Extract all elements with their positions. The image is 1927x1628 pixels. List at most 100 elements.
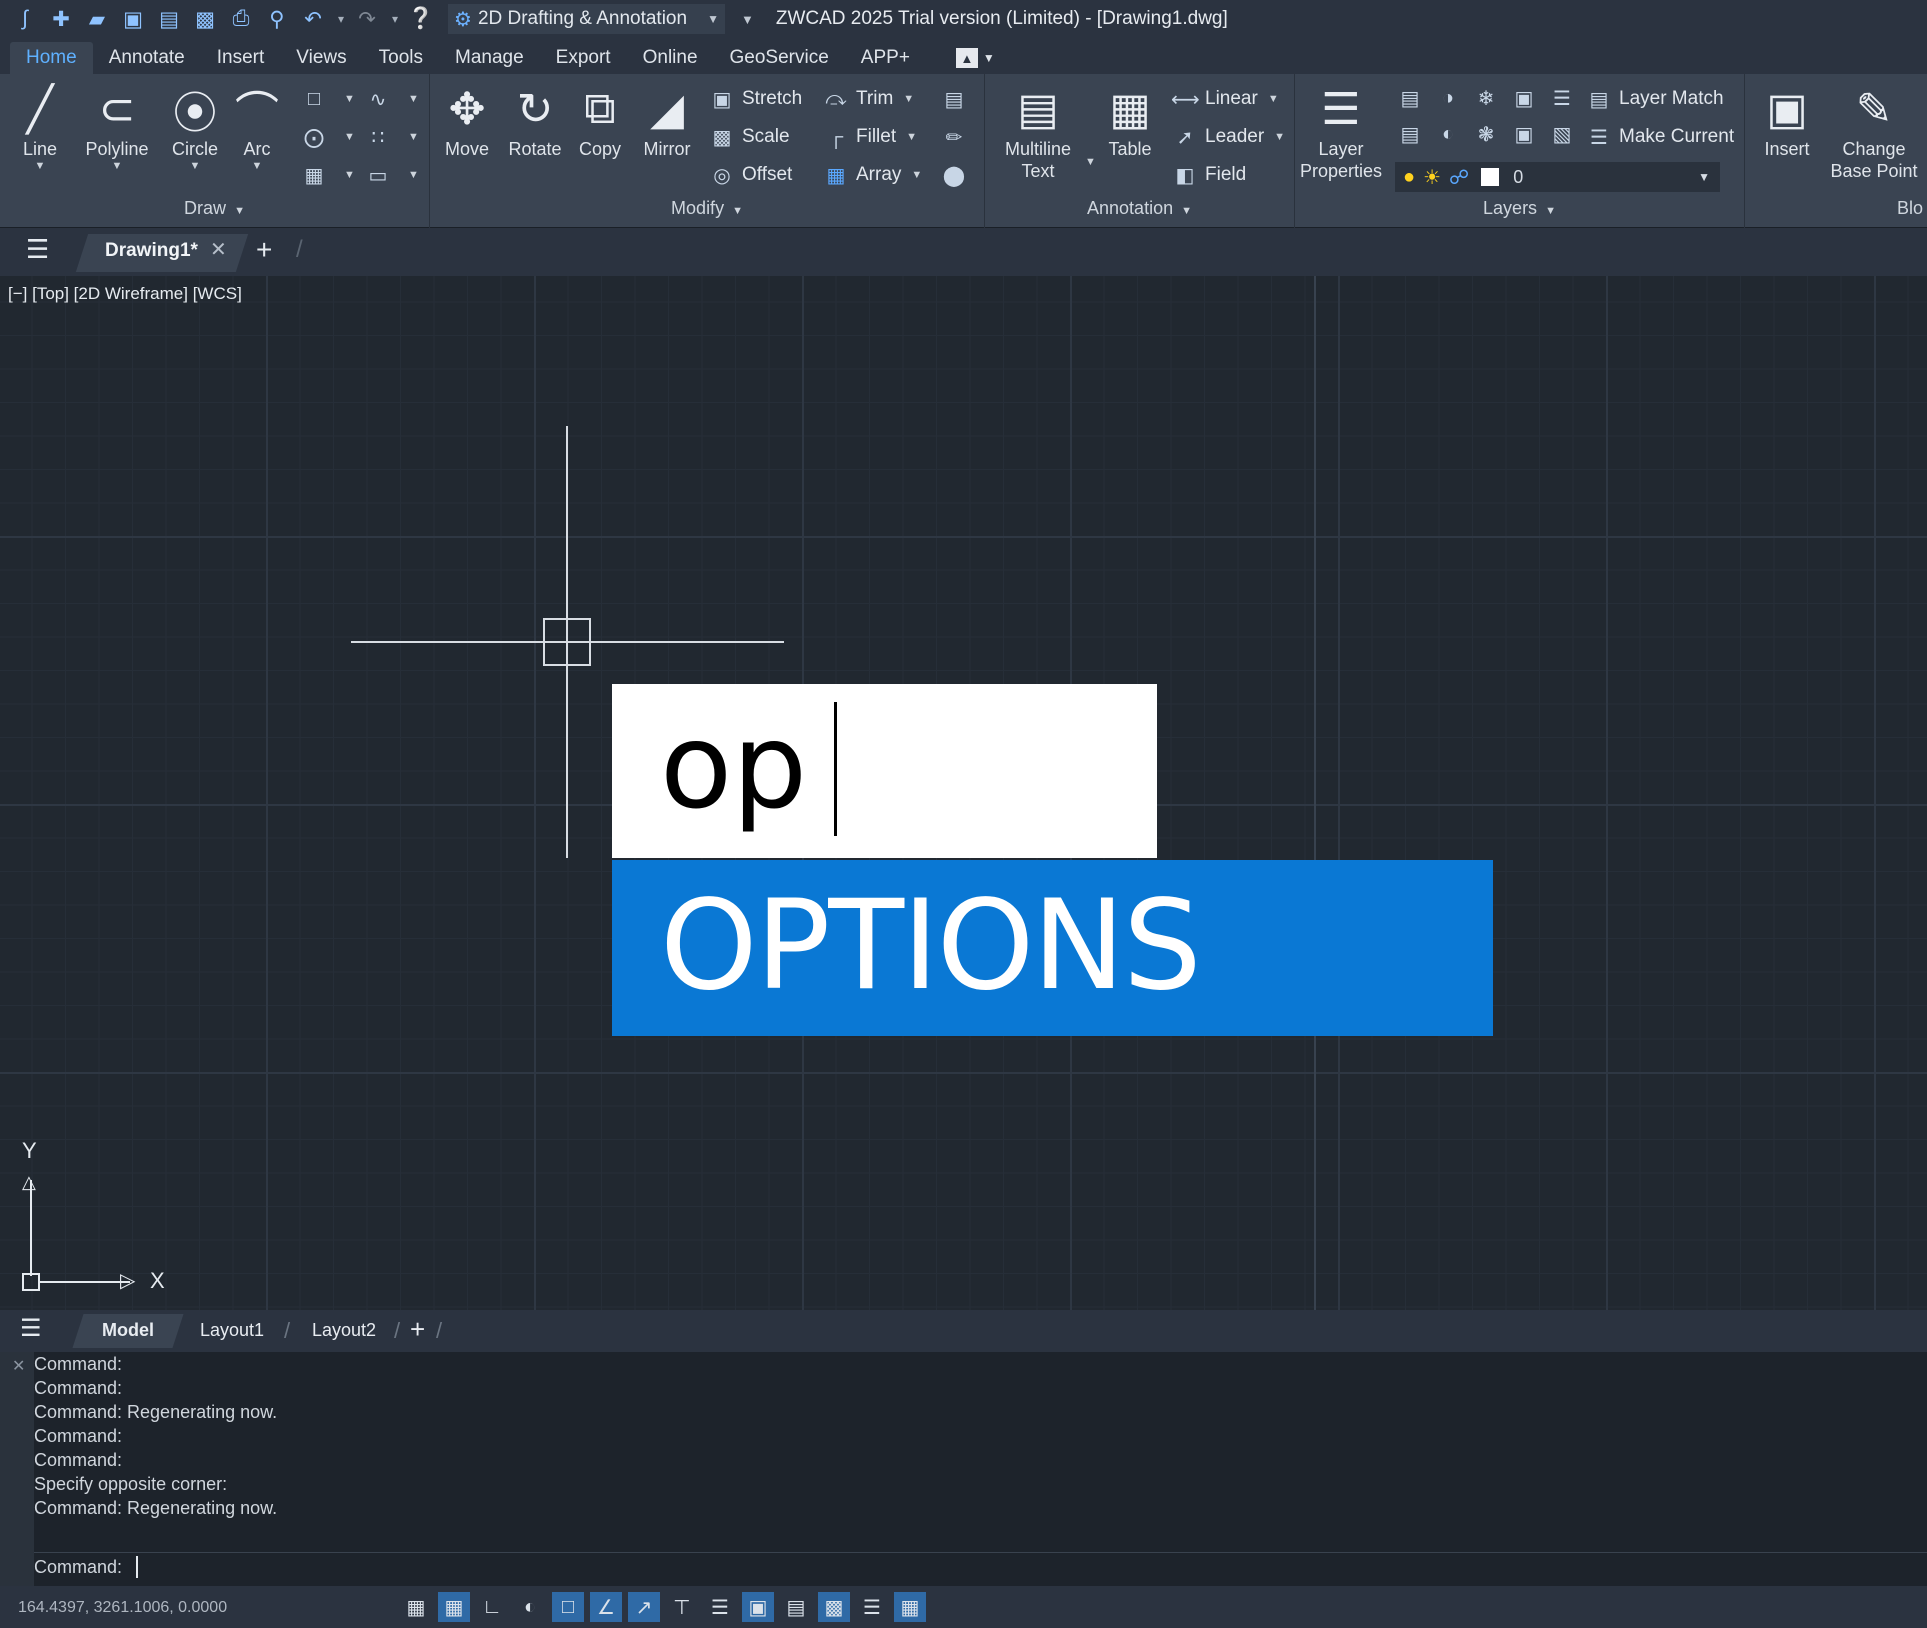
tab-app-plus[interactable]: APP+ bbox=[845, 42, 926, 74]
app-logo-icon[interactable]: ∫ bbox=[10, 4, 40, 34]
tab-manage[interactable]: Manage bbox=[439, 42, 540, 74]
command-prompt[interactable]: Command: bbox=[34, 1557, 122, 1578]
lineweight-icon[interactable]: ☰ bbox=[704, 1592, 736, 1622]
chevron-down-icon[interactable]: ▼ bbox=[1085, 156, 1096, 168]
point-button[interactable]: ∷ ▼ bbox=[364, 122, 419, 152]
rotate-button[interactable]: ↻ Rotate bbox=[498, 80, 572, 160]
tab-home[interactable]: Home bbox=[10, 42, 93, 74]
table-button[interactable]: ▦ Table bbox=[1097, 80, 1163, 160]
trim-button[interactable]: ⤼ Trim ▼ bbox=[822, 84, 914, 114]
layer-walk-icon[interactable]: ▧ bbox=[1543, 120, 1581, 148]
arc-button[interactable]: ⌒ Arc ▼ bbox=[227, 80, 287, 172]
help-icon[interactable]: ❔ bbox=[406, 4, 436, 34]
redo-dropdown-icon[interactable]: ▾ bbox=[388, 4, 402, 34]
open-icon[interactable]: ▰ bbox=[82, 4, 112, 34]
field-button[interactable]: ◧ Field bbox=[1171, 160, 1247, 190]
hatch-button[interactable]: ▦ ▼ bbox=[300, 160, 355, 190]
redo-icon[interactable]: ↷ bbox=[352, 4, 382, 34]
insert-block-button[interactable]: ▣ Insert bbox=[1749, 80, 1825, 160]
circle-button[interactable]: ⦿ Circle ▼ bbox=[159, 80, 231, 172]
tab-export[interactable]: Export bbox=[540, 42, 627, 74]
multiline-text-button[interactable]: ▤ Multiline Text bbox=[993, 80, 1083, 182]
tab-insert[interactable]: Insert bbox=[201, 42, 281, 74]
new-tab-icon[interactable]: + bbox=[256, 234, 272, 266]
tab-views[interactable]: Views bbox=[280, 42, 362, 74]
new-icon[interactable]: ✚ bbox=[46, 4, 76, 34]
close-icon[interactable]: ✕ bbox=[12, 1356, 25, 1376]
ellipse-button[interactable]: ⨀ ▼ bbox=[300, 122, 355, 152]
offset-button[interactable]: ◎ Offset bbox=[708, 160, 792, 190]
spline-button[interactable]: ∿ ▼ bbox=[364, 84, 419, 114]
scale-button[interactable]: ▩ Scale bbox=[708, 122, 790, 152]
close-icon[interactable]: ✕ bbox=[210, 237, 227, 262]
panel-draw-title[interactable]: Draw ▼ bbox=[0, 198, 429, 224]
copy-button[interactable]: ⧉ Copy bbox=[566, 80, 634, 160]
ribbon-minimize-button[interactable]: ▲ ▼ bbox=[955, 42, 995, 74]
layout1-tab[interactable]: Layout1 bbox=[200, 1320, 264, 1341]
panel-block-title[interactable]: Blo bbox=[1897, 198, 1927, 224]
linear-dimension-button[interactable]: ⟷ Linear ▼ bbox=[1171, 84, 1279, 114]
print-icon[interactable]: ⎙ bbox=[226, 4, 256, 34]
layer-freeze-icon[interactable]: ❄ bbox=[1467, 84, 1505, 112]
layer-thaw-icon[interactable]: ❃ bbox=[1467, 120, 1505, 148]
workspace-selector[interactable]: ⚙ 2D Drafting & Annotation ▼ bbox=[448, 4, 725, 34]
array-button[interactable]: ▦ Array ▼ bbox=[822, 160, 923, 190]
panel-layers-title[interactable]: Layers ▼ bbox=[1295, 198, 1744, 224]
layer-isolate-icon[interactable]: ▤ bbox=[1391, 120, 1429, 148]
save-icon[interactable]: ▣ bbox=[118, 4, 148, 34]
selection-cycling-icon[interactable]: ▩ bbox=[818, 1592, 850, 1622]
dynamic-input-icon[interactable]: ⊤ bbox=[666, 1592, 698, 1622]
hamburger-menu-icon[interactable]: ☰ bbox=[26, 234, 49, 265]
command-suggestion-item[interactable]: OPTIONS bbox=[612, 860, 1493, 1036]
undo-dropdown-icon[interactable]: ▾ bbox=[334, 4, 348, 34]
polyline-button[interactable]: ⊂ Polyline ▼ bbox=[81, 80, 153, 173]
polar-tracking-icon[interactable]: ◐ bbox=[514, 1592, 546, 1622]
viewport-controls[interactable]: [−] [Top] [2D Wireframe] [WCS] bbox=[8, 284, 242, 304]
panel-annotation-title[interactable]: Annotation ▼ bbox=[985, 198, 1294, 224]
transparency-icon[interactable]: ▣ bbox=[742, 1592, 774, 1622]
ortho-mode-icon[interactable]: ∟ bbox=[476, 1592, 508, 1622]
tab-geoservice[interactable]: GeoService bbox=[714, 42, 845, 74]
mirror-button[interactable]: ◢ Mirror bbox=[632, 80, 702, 160]
tab-tools[interactable]: Tools bbox=[363, 42, 439, 74]
layer-states-icon[interactable]: ☰ bbox=[1543, 84, 1581, 112]
change-base-point-button[interactable]: ✎ Change Base Point bbox=[1825, 80, 1923, 182]
command-window-handle[interactable] bbox=[0, 1352, 34, 1586]
layer-on-icon[interactable]: ◐ bbox=[1429, 120, 1467, 148]
print-preview-icon[interactable]: ⚲ bbox=[262, 4, 292, 34]
break-button[interactable]: ▤ bbox=[940, 84, 974, 114]
move-button[interactable]: ✥ Move bbox=[430, 80, 504, 160]
annotation-monitor-icon[interactable]: ☰ bbox=[856, 1592, 888, 1622]
rectangle-button[interactable]: □ ▼ bbox=[300, 84, 355, 114]
hamburger-menu-icon[interactable]: ☰ bbox=[20, 1314, 42, 1343]
layer-unlock-icon[interactable]: ▣ bbox=[1505, 120, 1543, 148]
line-button[interactable]: ╱ Line ▼ bbox=[4, 80, 76, 173]
quick-properties-icon[interactable]: ▤ bbox=[780, 1592, 812, 1622]
explode-button[interactable]: ⬤ bbox=[940, 160, 974, 190]
layer-properties-button[interactable]: ☰ Layer Properties bbox=[1297, 80, 1385, 182]
boundary-button[interactable]: ▭ ▼ bbox=[364, 160, 419, 190]
layer-off-icon[interactable]: ◑ bbox=[1429, 84, 1467, 112]
coordinate-readout[interactable]: 164.4397, 3261.1006, 0.0000 bbox=[18, 1599, 227, 1617]
stretch-button[interactable]: ▣ Stretch bbox=[708, 84, 803, 114]
object-snap-tracking-icon[interactable]: ∠ bbox=[590, 1592, 622, 1622]
panel-modify-title[interactable]: Modify ▼ bbox=[430, 198, 984, 224]
grid-display-icon[interactable]: ▦ bbox=[400, 1592, 432, 1622]
save-as-icon[interactable]: ▤ bbox=[154, 4, 184, 34]
dynamic-input-box[interactable]: op bbox=[612, 684, 1157, 858]
layer-previous-icon[interactable]: ▤ bbox=[1391, 84, 1429, 112]
add-layout-icon[interactable]: + bbox=[410, 1314, 425, 1345]
workspace-settings-icon[interactable]: ▦ bbox=[894, 1592, 926, 1622]
publish-icon[interactable]: ▩ bbox=[190, 4, 220, 34]
leader-button[interactable]: ➚ Leader ▼ bbox=[1171, 122, 1285, 152]
layer-match-button[interactable]: ▤ Layer Match bbox=[1585, 84, 1724, 114]
object-snap-icon[interactable]: □ bbox=[552, 1592, 584, 1622]
tab-online[interactable]: Online bbox=[627, 42, 714, 74]
erase-button[interactable]: ✏ bbox=[940, 122, 974, 152]
layout2-tab[interactable]: Layout2 bbox=[312, 1320, 376, 1341]
layer-dropdown[interactable]: ● ☀ ☍ 0 ▼ bbox=[1395, 162, 1720, 192]
drawing-canvas[interactable]: [−] [Top] [2D Wireframe] [WCS] op OPTION… bbox=[0, 276, 1927, 1310]
fillet-button[interactable]: ┌ Fillet ▼ bbox=[822, 122, 917, 152]
undo-icon[interactable]: ↶ bbox=[298, 4, 328, 34]
customize-toolbar-icon[interactable]: ▼ bbox=[741, 12, 754, 27]
